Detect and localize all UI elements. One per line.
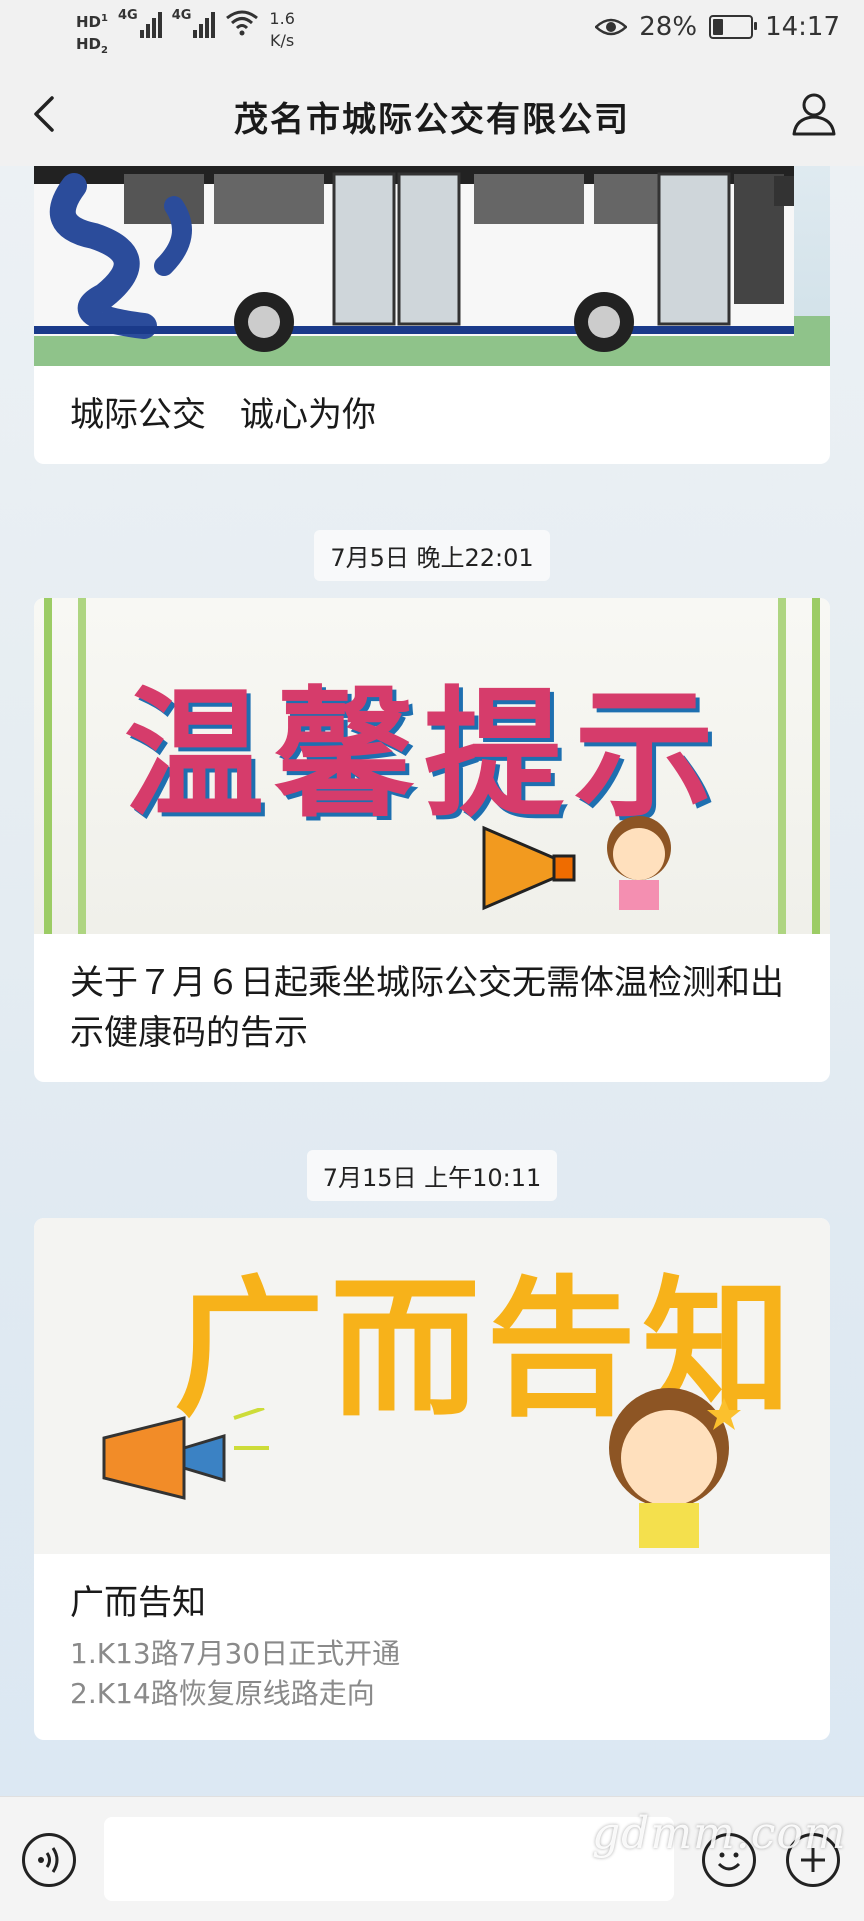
message-card-3[interactable]: 广而告知 广而告知 1.K13路7月30日正式开通 2.K14路恢复原线路走向 (34, 1218, 830, 1740)
signal-1: 4G (118, 8, 162, 38)
hd2-sub: 2 (101, 45, 108, 56)
hd1-label: HD (76, 13, 102, 31)
message-card-1[interactable]: 城际公交 诚心为你 (34, 166, 830, 464)
network-speed: 1.6 K/s (269, 8, 294, 52)
megaphone-icon (102, 1408, 269, 1500)
hd2-label: HD (76, 35, 102, 53)
signal-2: 4G (172, 8, 216, 38)
speed-value: 1.6 (269, 9, 295, 28)
status-left: HD1 HD2 4G 4G 1.6 K/s (76, 8, 295, 62)
megaphone-icon (482, 825, 576, 911)
net2-label: 4G (171, 8, 192, 23)
description-line-2: 2.K14路恢复原线路走向 (70, 1677, 375, 1710)
message-card-2[interactable]: 温馨提示 关于７月６日起乘坐城际公交无需体温检测和出示健康码的告示 (34, 598, 830, 1082)
girl-icon (607, 816, 671, 910)
signal-icon (139, 8, 162, 38)
clock: 14:17 (765, 12, 840, 42)
bamboo-left-2 (78, 598, 86, 934)
timestamp-label: 7月15日 上午10:11 (306, 1150, 558, 1201)
status-right: 28% 14:17 (595, 12, 840, 42)
bamboo-right-2 (778, 598, 786, 934)
battery-icon (709, 15, 758, 39)
card-caption: 关于７月６日起乘坐城际公交无需体温检测和出示健康码的告示 (70, 963, 784, 1053)
bus-illustration (34, 166, 830, 366)
net1-label: 4G (117, 8, 138, 23)
description-line-1: 1.K13路7月30日正式开通 (70, 1637, 401, 1670)
message-input[interactable] (104, 1817, 674, 1901)
timestamp-1: 7月5日 晚上22:01 (0, 530, 864, 581)
eye-icon (595, 18, 628, 36)
card-description: 1.K13路7月30日正式开通 2.K14路恢复原线路走向 (34, 1634, 830, 1740)
speed-unit: K/s (270, 31, 295, 50)
timestamp-2: 7月15日 上午10:11 (0, 1150, 864, 1201)
wifi-icon (226, 10, 259, 36)
timestamp-label: 7月5日 晚上22:01 (314, 530, 550, 581)
voice-icon[interactable] (22, 1833, 76, 1887)
bus-image[interactable] (34, 166, 830, 366)
card-caption: 城际公交 诚心为你 (70, 395, 376, 435)
hd1-sub: 1 (101, 13, 108, 24)
bamboo-left (44, 598, 52, 934)
card-caption: 广而告知 (70, 1583, 206, 1623)
page-title: 茂名市城际公交有限公司 (234, 100, 630, 140)
girl-icon (609, 1388, 741, 1548)
watermark: gdmm.com (592, 1808, 847, 1859)
user-icon[interactable] (790, 90, 838, 138)
battery-percent: 28% (639, 12, 698, 42)
signal-icon (193, 8, 216, 38)
notice-image[interactable]: 温馨提示 (34, 598, 830, 934)
nav-bar: 茂名市城际公交有限公司 (0, 64, 864, 166)
announcement-image[interactable]: 广而告知 (34, 1218, 830, 1554)
status-bar: HD1 HD2 4G 4G 1.6 K/s 28% 14:17 (0, 0, 864, 64)
hd-indicators: HD1 HD2 (76, 8, 108, 62)
bamboo-right (812, 598, 820, 934)
